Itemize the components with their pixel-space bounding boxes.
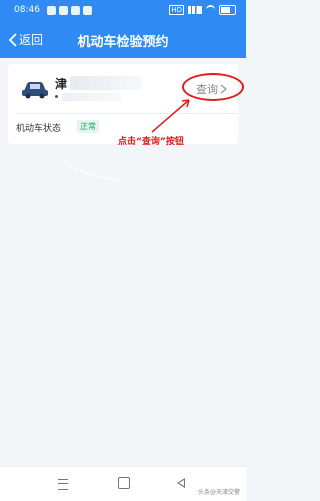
notification-app-icon — [47, 6, 56, 15]
car-icon — [22, 82, 48, 99]
vehicle-status-label: 机动车状态 — [16, 124, 62, 134]
page-title: 机动车检验预约 — [77, 35, 169, 50]
menu-icon[interactable] — [58, 479, 68, 490]
plate-number: 津 — [55, 77, 68, 91]
card-divider — [16, 113, 238, 114]
battery-icon — [219, 5, 236, 15]
vehicle-card: 津 查询 机动车状态 正常 — [8, 64, 244, 144]
home-icon[interactable] — [118, 477, 130, 489]
annotation-text: 点击“查询”按钮 — [118, 137, 184, 147]
notification-app-icon — [83, 6, 92, 15]
status-bar: 08:46 HD — [0, 0, 246, 22]
status-badge: 正常 — [77, 120, 99, 133]
wifi-icon — [206, 5, 215, 15]
notification-app-icon — [71, 6, 80, 15]
back-triangle-icon[interactable] — [177, 478, 185, 488]
annotation-ellipse — [182, 73, 244, 101]
top-navbar: 返回 机动车检验预约 — [0, 22, 246, 58]
watermark-text: 头条@天津交警 — [197, 489, 240, 496]
notification-icons — [47, 6, 92, 15]
network-hd-badge: HD — [169, 5, 184, 15]
signal-icon — [188, 6, 202, 14]
plate-redacted — [70, 76, 142, 90]
notification-app-icon — [59, 6, 68, 15]
vehicle-info-dot — [55, 95, 58, 98]
vehicle-info-redacted — [62, 93, 122, 101]
clock-text: 08:46 — [14, 5, 40, 15]
status-right-group: HD — [169, 5, 236, 15]
